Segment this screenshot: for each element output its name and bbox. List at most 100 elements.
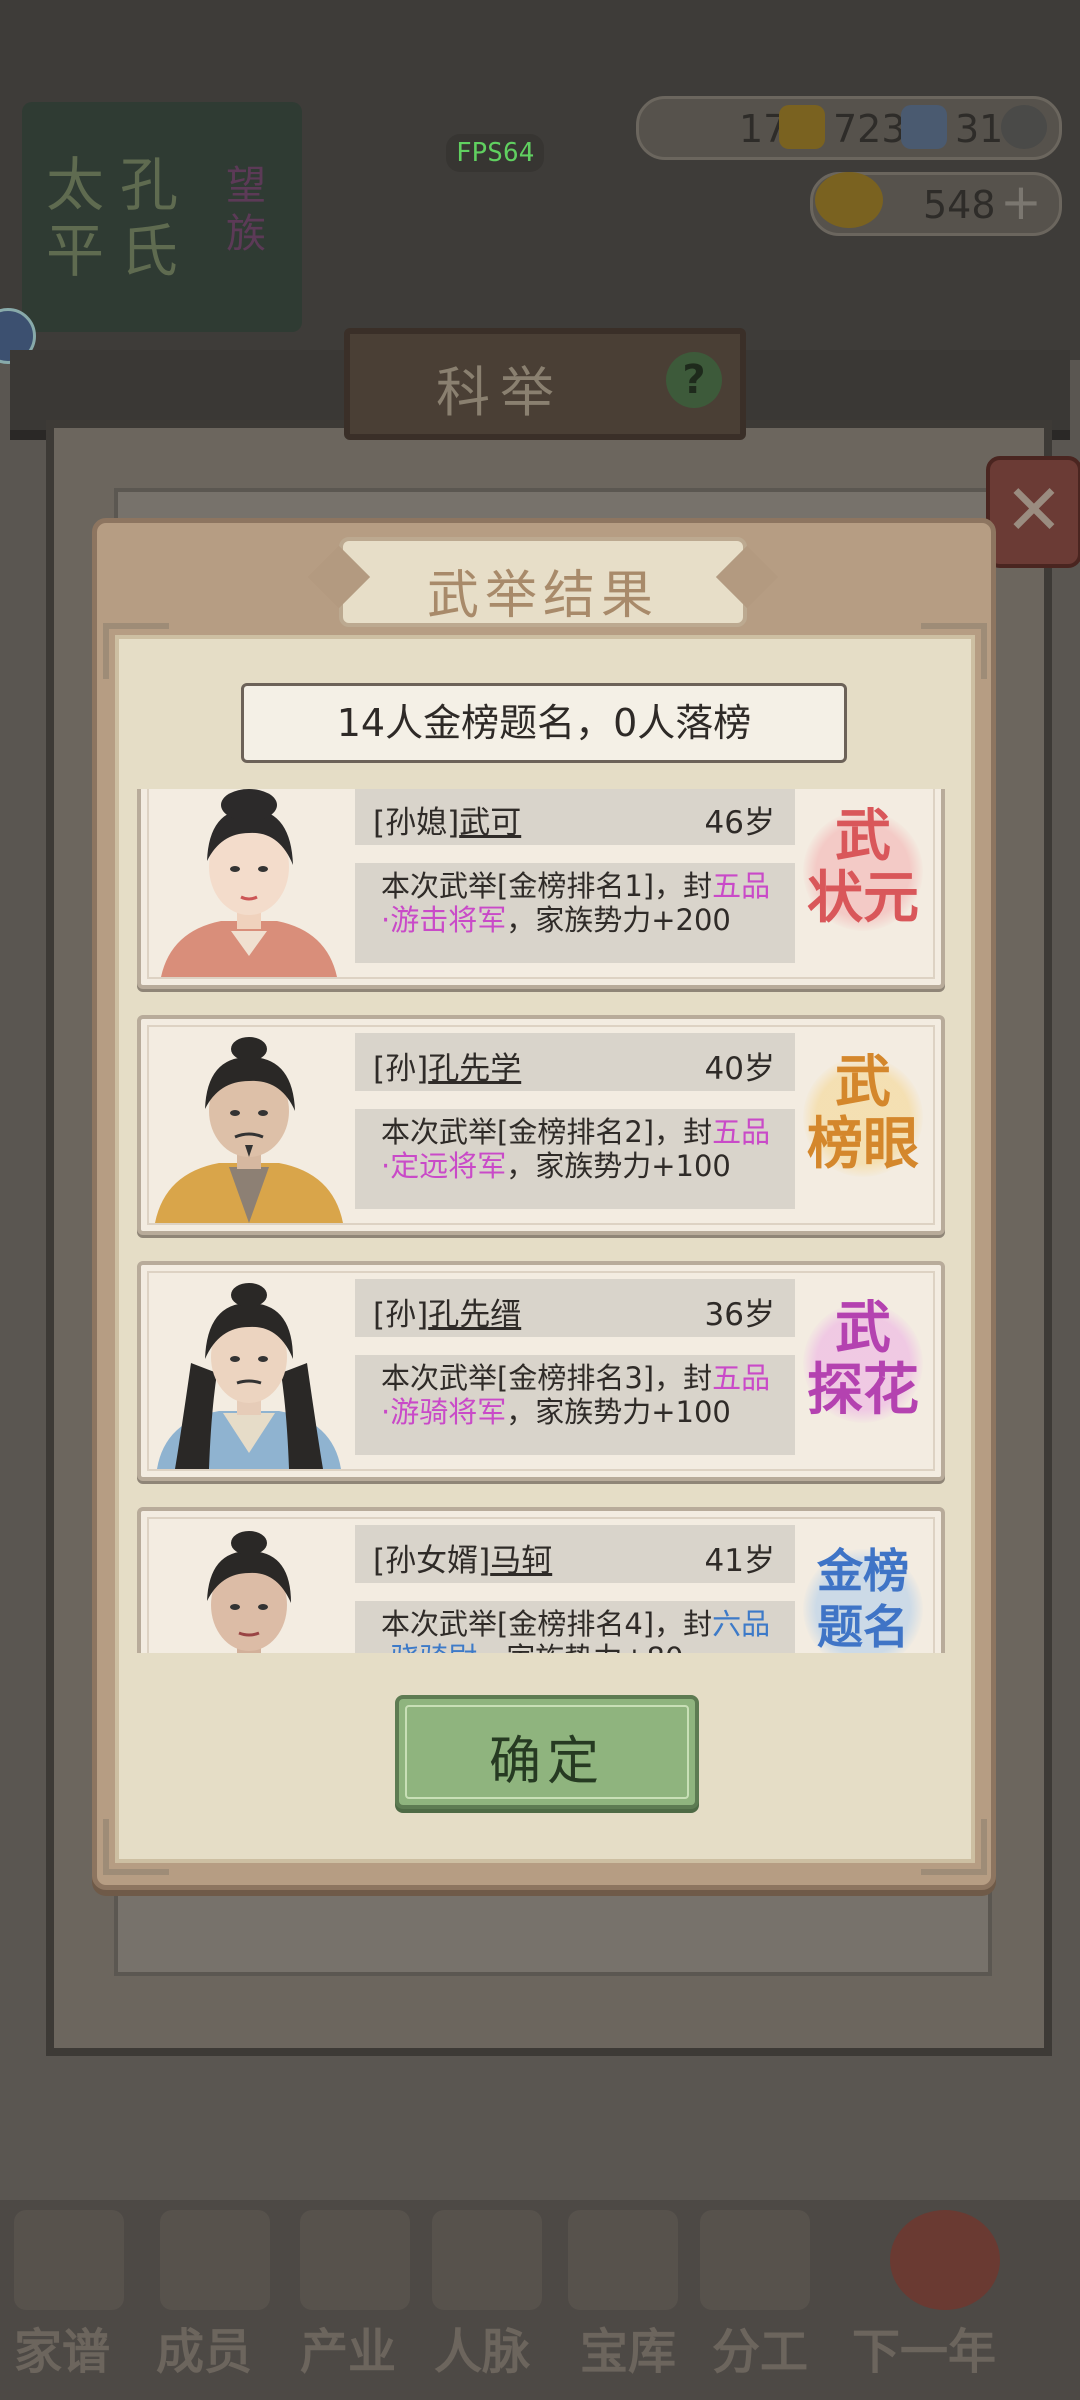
genealogy-art-icon: [14, 2210, 124, 2310]
banner-text-2: 孔氏: [120, 151, 179, 285]
seal-line-1: 武: [835, 1049, 891, 1115]
description-power: ，家族势力+80: [477, 1641, 683, 1653]
nav-genealogy[interactable]: 家谱: [14, 2312, 110, 2382]
member-relation: [孙媳]: [373, 805, 460, 841]
seal-line-2: 状元: [807, 865, 919, 931]
member-name-link[interactable]: 武可: [459, 805, 521, 841]
member-name-link[interactable]: 孔先学: [428, 1051, 521, 1087]
name-row: [孙媳]武可 46岁: [355, 789, 795, 845]
result-card: [孙女婿]马轲 41岁 本次武举[金榜排名4]，封六品·骁骑尉，家族势力+80 …: [137, 1507, 945, 1653]
network-art-icon: [432, 2210, 542, 2310]
member-relation: [孙女婿]: [373, 1543, 491, 1579]
member-name-link[interactable]: 孔先缙: [428, 1297, 521, 1333]
corner-ornament: [921, 1819, 987, 1875]
description-text: 本次武举[金榜排名4]，封: [381, 1607, 713, 1641]
bottom-nav: 家谱 成员 产业 人脉 宝库 分工 下一年: [0, 2200, 1080, 2400]
description-power: ，家族势力+100: [506, 1395, 731, 1429]
seal-line-2: 题名: [817, 1600, 909, 1653]
avatar: [151, 789, 347, 977]
description-text: 本次武举[金榜排名3]，封: [381, 1361, 713, 1395]
dialog-title: 武举结果: [426, 566, 659, 626]
nav-network[interactable]: 人脉: [434, 2312, 530, 2382]
result-description: 本次武举[金榜排名1]，封五品·游击将军，家族势力+200: [355, 863, 795, 963]
member-age: 36岁: [704, 1297, 775, 1333]
seal-text: 武榜眼: [795, 1051, 931, 1175]
member-name[interactable]: [孙媳]武可: [373, 797, 521, 842]
member-name[interactable]: [孙]孔先学: [373, 1043, 521, 1088]
corner-ornament: [921, 623, 987, 679]
ingot-icon: [779, 105, 825, 149]
help-icon[interactable]: ?: [666, 352, 722, 408]
third-place-seal-icon: 武探花: [795, 1293, 931, 1443]
dialog-title-plaque: 武举结果: [339, 537, 747, 627]
name-row: [孙女婿]马轲 41岁: [355, 1525, 795, 1583]
avatar: [151, 1027, 347, 1223]
members-art-icon: [160, 2210, 270, 2310]
seal-text: 武状元: [795, 805, 931, 929]
result-list[interactable]: [孙媳]武可 46岁 本次武举[金榜排名1]，封五品·游击将军，家族势力+200…: [137, 789, 945, 1653]
seal-line-1: 武: [835, 803, 891, 869]
seal-line-2: 榜眼: [807, 1111, 919, 1177]
nav-members[interactable]: 成员: [156, 2312, 252, 2382]
resource-bar: 17 723 31: [636, 96, 1062, 160]
seal-text: 武探花: [795, 1297, 931, 1421]
result-description: 本次武举[金榜排名2]，封五品·定远将军，家族势力+100: [355, 1109, 795, 1209]
member-name-link[interactable]: 马轲: [490, 1543, 552, 1579]
result-card: [孙]孔先学 40岁 本次武举[金榜排名2]，封五品·定远将军，家族势力+100…: [137, 1015, 945, 1235]
seal-line-1: 武: [835, 1295, 891, 1361]
result-card: [孙]孔先缙 36岁 本次武举[金榜排名3]，封五品·游骑将军，家族势力+100…: [137, 1261, 945, 1481]
banner-text-3: 望族: [226, 163, 266, 257]
description-text: 本次武举[金榜排名1]，封: [381, 869, 713, 903]
name-row: [孙]孔先缙 36岁: [355, 1279, 795, 1337]
corner-ornament: [103, 1819, 169, 1875]
resource-2-value: 723: [833, 107, 906, 151]
gold-value: 548: [923, 183, 996, 227]
family-banner: 太平 孔氏 望族: [22, 102, 302, 332]
nav-industry[interactable]: 产业: [300, 2312, 396, 2382]
name-row: [孙]孔先学 40岁: [355, 1033, 795, 1091]
avatar: [151, 1519, 347, 1653]
coin-icon: [1001, 105, 1047, 149]
confirm-button[interactable]: 确定: [395, 1695, 699, 1809]
member-age: 46岁: [704, 805, 775, 841]
seal-line-1: 金榜: [817, 1544, 909, 1598]
add-gold-icon[interactable]: +: [1000, 177, 1042, 227]
exam-plaque: 科举 ?: [344, 328, 746, 440]
confirm-button-label: 确定: [488, 1732, 605, 1792]
seal-line-2: 探花: [807, 1357, 919, 1423]
member-relation: [孙]: [373, 1297, 429, 1333]
member-relation: [孙]: [373, 1051, 429, 1087]
resource-3-value: 31: [955, 107, 1004, 151]
nav-treasury[interactable]: 宝库: [580, 2312, 676, 2382]
member-name[interactable]: [孙]孔先缙: [373, 1289, 521, 1334]
close-icon: ✕: [1004, 469, 1064, 551]
gold-icon: [815, 172, 883, 228]
member-age: 40岁: [704, 1051, 775, 1087]
member-age: 41岁: [704, 1543, 775, 1579]
fps-counter: FPS64: [446, 134, 545, 172]
description-power: ，家族势力+100: [506, 1149, 731, 1183]
champion-seal-icon: 武状元: [795, 801, 931, 951]
gold-list-seal-icon: 金榜 题名: [795, 1539, 931, 1653]
nav-division[interactable]: 分工: [712, 2312, 808, 2382]
result-description: 本次武举[金榜排名4]，封六品·骁骑尉，家族势力+80: [355, 1601, 795, 1653]
result-dialog: 武举结果 14人金榜题名，0人落榜 [孙媳]武可 46岁 本次武举[金榜排名1]…: [92, 518, 996, 1890]
banner-text-1: 太平: [46, 151, 105, 285]
lantern-art-icon: [890, 2210, 1000, 2310]
corner-ornament: [103, 623, 169, 679]
result-summary: 14人金榜题名，0人落榜: [241, 683, 847, 763]
description-text: 本次武举[金榜排名2]，封: [381, 1115, 713, 1149]
member-name[interactable]: [孙女婿]马轲: [373, 1535, 552, 1580]
nav-next-year[interactable]: 下一年: [852, 2312, 996, 2382]
avatar: [151, 1273, 347, 1469]
result-description: 本次武举[金榜排名3]，封五品·游骑将军，家族势力+100: [355, 1355, 795, 1455]
industry-art-icon: [300, 2210, 410, 2310]
exam-plaque-title: 科举: [436, 361, 564, 424]
close-button[interactable]: ✕: [986, 456, 1080, 568]
seal-text: 金榜 题名: [795, 1543, 931, 1653]
description-power: ，家族势力+200: [506, 903, 731, 937]
division-art-icon: [700, 2210, 810, 2310]
result-card: [孙媳]武可 46岁 本次武举[金榜排名1]，封五品·游击将军，家族势力+200…: [137, 789, 945, 989]
second-place-seal-icon: 武榜眼: [795, 1047, 931, 1197]
treasury-art-icon: [568, 2210, 678, 2310]
